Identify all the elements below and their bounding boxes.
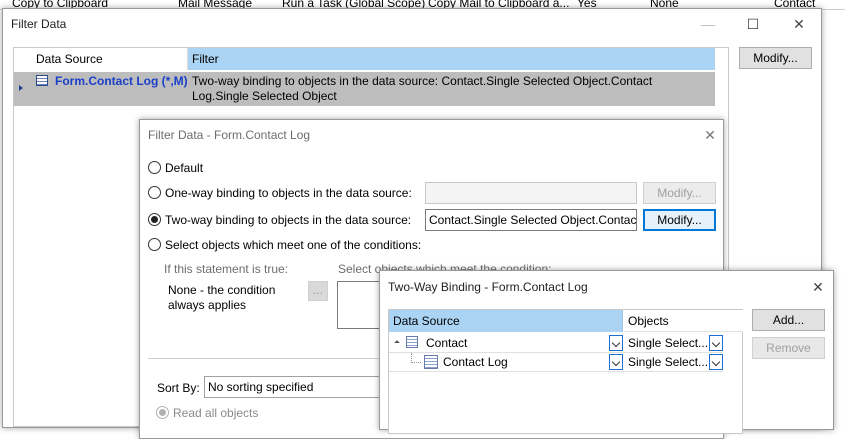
sort-by-field[interactable]: No sorting specified (204, 376, 384, 398)
if-statement-label: If this statement is true: (164, 262, 289, 276)
one-way-source-field (425, 182, 637, 204)
row-name: Contact (426, 336, 468, 350)
select-radio[interactable] (148, 238, 161, 251)
select-label[interactable]: Select objects which meet one of the con… (165, 238, 421, 252)
one-way-modify-button: Modify... (643, 182, 716, 204)
data-source-cell: Form.Contact Log (*,M) (55, 74, 188, 88)
window-title: Filter Data (11, 17, 67, 31)
close-icon[interactable]: ✕ (789, 15, 809, 33)
modify-button[interactable]: Modify... (739, 47, 812, 69)
two-way-binding-window: Two-Way Binding - Form.Contact Log ✕ Dat… (379, 270, 834, 434)
two-way-titlebar: Two-Way Binding - Form.Contact Log ✕ (380, 271, 833, 301)
table-row[interactable]: Contact Log Single Select... (389, 353, 723, 372)
two-way-modify-button[interactable]: Modify... (643, 209, 716, 231)
column-header-data-source[interactable]: Data Source (32, 48, 188, 70)
filter-form-titlebar: Filter Data - Form.Contact Log ✕ (140, 120, 723, 150)
filter-cell: Two-way binding to objects in the data s… (192, 74, 653, 103)
minimize-icon[interactable]: — (698, 15, 718, 33)
condition-ellipsis-button: ... (308, 281, 328, 301)
two-way-label[interactable]: Two-way binding to objects in the data s… (165, 213, 411, 227)
binding-grid: Data Source Objects Contact Single Selec… (388, 309, 743, 434)
tree-line (411, 353, 421, 363)
row-selector-arrow-icon (19, 85, 23, 91)
add-button[interactable]: Add... (752, 309, 825, 331)
maximize-icon[interactable]: ☐ (743, 15, 763, 33)
window-title: Filter Data - Form.Contact Log (148, 128, 311, 142)
table-row[interactable]: Contact Single Select... (389, 334, 723, 353)
close-icon[interactable]: ✕ (700, 126, 720, 144)
table-icon (36, 75, 48, 86)
data-source-dropdown-icon[interactable] (609, 354, 623, 370)
one-way-radio[interactable] (148, 186, 161, 199)
two-way-radio[interactable] (148, 213, 161, 226)
column-header-data-source[interactable]: Data Source (389, 310, 623, 332)
filter-data-titlebar: Filter Data — ☐ ✕ (3, 9, 821, 39)
table-icon (406, 336, 418, 348)
window-title: Two-Way Binding - Form.Contact Log (388, 280, 588, 294)
row-name: Contact Log (443, 355, 508, 369)
column-header-objects[interactable]: Objects (624, 310, 743, 332)
read-all-radio (156, 406, 169, 419)
condition-text: None - the condition (168, 283, 276, 297)
close-icon[interactable]: ✕ (808, 278, 828, 296)
objects-dropdown-icon[interactable] (709, 354, 723, 370)
table-icon (424, 355, 438, 369)
default-label[interactable]: Default (165, 161, 203, 175)
objects-dropdown-icon[interactable] (709, 335, 723, 351)
sort-by-label: Sort By: (157, 381, 200, 395)
column-header-filter[interactable]: Filter (188, 48, 715, 70)
objects-cell: Single Select... (628, 355, 709, 369)
read-all-label: Read all objects (173, 406, 259, 420)
condition-text-2: always applies (168, 298, 247, 312)
table-row[interactable]: Form.Contact Log (*,M) Two-way binding t… (14, 72, 715, 106)
objects-cell: Single Select... (628, 336, 709, 350)
remove-button: Remove (752, 337, 825, 359)
collapse-icon[interactable] (394, 340, 400, 346)
one-way-label[interactable]: One-way binding to objects in the data s… (165, 186, 412, 200)
two-way-source-field: Contact.Single Selected Object.Contact (425, 209, 637, 231)
default-radio[interactable] (148, 161, 161, 174)
data-source-dropdown-icon[interactable] (609, 335, 623, 351)
